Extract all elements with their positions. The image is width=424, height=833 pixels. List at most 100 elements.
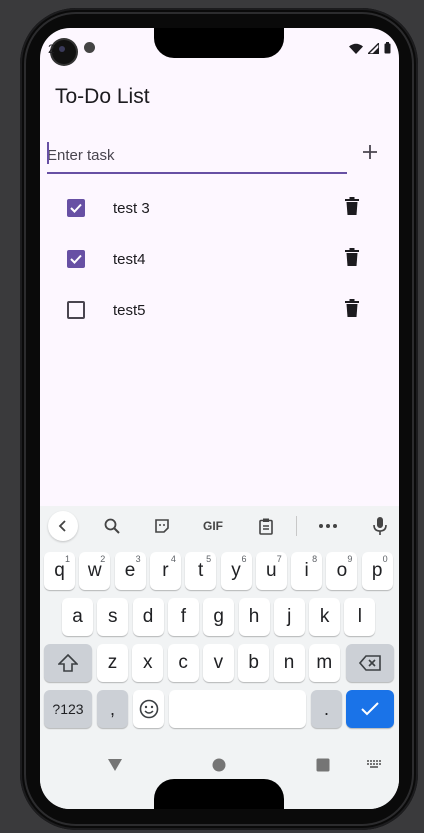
text-cursor — [47, 142, 49, 164]
key-label: j — [287, 606, 292, 627]
key-number-hint: 4 — [170, 554, 176, 564]
key-label: x — [143, 652, 153, 673]
task-input[interactable] — [47, 138, 347, 174]
key-number-hint: 7 — [276, 554, 282, 564]
key-label: t — [198, 560, 204, 581]
task-label: test 3 — [113, 200, 150, 217]
recents-icon[interactable] — [316, 758, 330, 772]
key-label: b — [248, 652, 259, 673]
key-label: c — [178, 652, 188, 673]
emoji-key[interactable] — [133, 690, 164, 728]
period-key[interactable]: . — [311, 690, 342, 728]
add-task-button[interactable] — [358, 140, 382, 164]
keyboard-sticker-button[interactable] — [150, 514, 174, 538]
key[interactable]: b — [238, 644, 270, 682]
key[interactable]: c — [167, 644, 199, 682]
task-row[interactable]: test5 — [40, 285, 399, 335]
key-number-hint: 0 — [382, 554, 388, 564]
key-number-hint: 1 — [64, 554, 70, 564]
done-key[interactable] — [346, 690, 394, 728]
key[interactable]: y6 — [220, 552, 252, 590]
keyboard-clipboard-button[interactable] — [254, 514, 278, 538]
trash-icon — [345, 197, 359, 215]
more-icon — [319, 524, 337, 528]
chevron-left-icon — [58, 520, 66, 532]
key[interactable]: l — [344, 598, 376, 636]
keyboard-gif-button[interactable]: GIF — [198, 514, 228, 538]
emoji-icon — [139, 699, 158, 719]
key-label: h — [248, 606, 260, 627]
task-checkbox[interactable] — [67, 301, 85, 319]
key-label: y — [231, 560, 241, 581]
keyboard-back-button[interactable] — [48, 511, 78, 541]
key-label: f — [180, 606, 187, 627]
home-icon[interactable] — [212, 758, 226, 772]
key[interactable]: s — [97, 598, 129, 636]
backspace-icon — [359, 655, 381, 671]
key-label: e — [124, 560, 136, 581]
battery-icon — [384, 42, 391, 54]
key-label: a — [72, 606, 83, 627]
backspace-key[interactable] — [346, 644, 394, 682]
space-key[interactable] — [169, 690, 306, 728]
keyboard-mic-button[interactable] — [368, 514, 392, 538]
delete-task-button[interactable] — [345, 299, 365, 321]
comma-key-label: , — [109, 698, 115, 719]
keyboard-search-button[interactable] — [100, 514, 124, 538]
key-label: k — [319, 606, 330, 627]
back-icon[interactable] — [107, 758, 123, 772]
top-notch — [154, 28, 284, 58]
key[interactable]: t5 — [185, 552, 217, 590]
key[interactable]: q1 — [44, 552, 75, 590]
bottom-notch — [154, 779, 284, 809]
trash-icon — [345, 248, 359, 266]
key[interactable]: r4 — [149, 552, 181, 590]
key[interactable]: d — [132, 598, 164, 636]
key-label: p — [371, 560, 383, 581]
checkmark-icon — [361, 702, 379, 716]
app-title: To-Do List — [55, 85, 150, 108]
status-time: 2 — [48, 42, 55, 56]
key[interactable]: w2 — [79, 552, 111, 590]
key-label: d — [142, 606, 154, 627]
key-label: z — [107, 652, 118, 673]
symbols-key[interactable]: ?123 — [44, 690, 92, 728]
key[interactable]: e3 — [114, 552, 146, 590]
symbols-key-label: ?123 — [52, 701, 84, 717]
check-icon — [70, 254, 82, 264]
key[interactable]: h — [238, 598, 270, 636]
delete-task-button[interactable] — [345, 197, 365, 219]
key[interactable]: j — [273, 598, 305, 636]
key[interactable]: p0 — [361, 552, 393, 590]
keyboard-switch-icon[interactable] — [367, 760, 381, 770]
signal-icon — [368, 42, 379, 54]
key-label: i — [304, 560, 309, 581]
key[interactable]: k — [309, 598, 341, 636]
plus-icon — [363, 145, 377, 159]
delete-task-button[interactable] — [345, 248, 365, 270]
key[interactable]: i8 — [291, 552, 323, 590]
key-label: v — [213, 652, 224, 673]
task-checkbox[interactable] — [67, 199, 85, 217]
key[interactable]: f — [167, 598, 199, 636]
key[interactable]: z — [97, 644, 128, 682]
task-row[interactable]: test4 — [40, 234, 399, 284]
shift-key[interactable] — [44, 644, 92, 682]
key[interactable]: a — [62, 598, 93, 636]
task-row[interactable]: test 3 — [40, 183, 399, 233]
key[interactable]: u7 — [255, 552, 287, 590]
key-label: m — [316, 652, 333, 673]
key[interactable]: v — [202, 644, 234, 682]
key[interactable]: n — [273, 644, 305, 682]
key[interactable]: m — [308, 644, 340, 682]
key-number-hint: 9 — [347, 554, 353, 564]
key-label: s — [108, 606, 118, 627]
comma-key[interactable]: , — [97, 690, 128, 728]
key[interactable]: g — [203, 598, 235, 636]
wifi-icon — [349, 43, 363, 54]
key[interactable]: x — [132, 644, 164, 682]
toolbar-divider — [296, 516, 297, 536]
task-checkbox[interactable] — [67, 250, 85, 268]
keyboard-more-button[interactable] — [316, 514, 340, 538]
key[interactable]: o9 — [326, 552, 358, 590]
